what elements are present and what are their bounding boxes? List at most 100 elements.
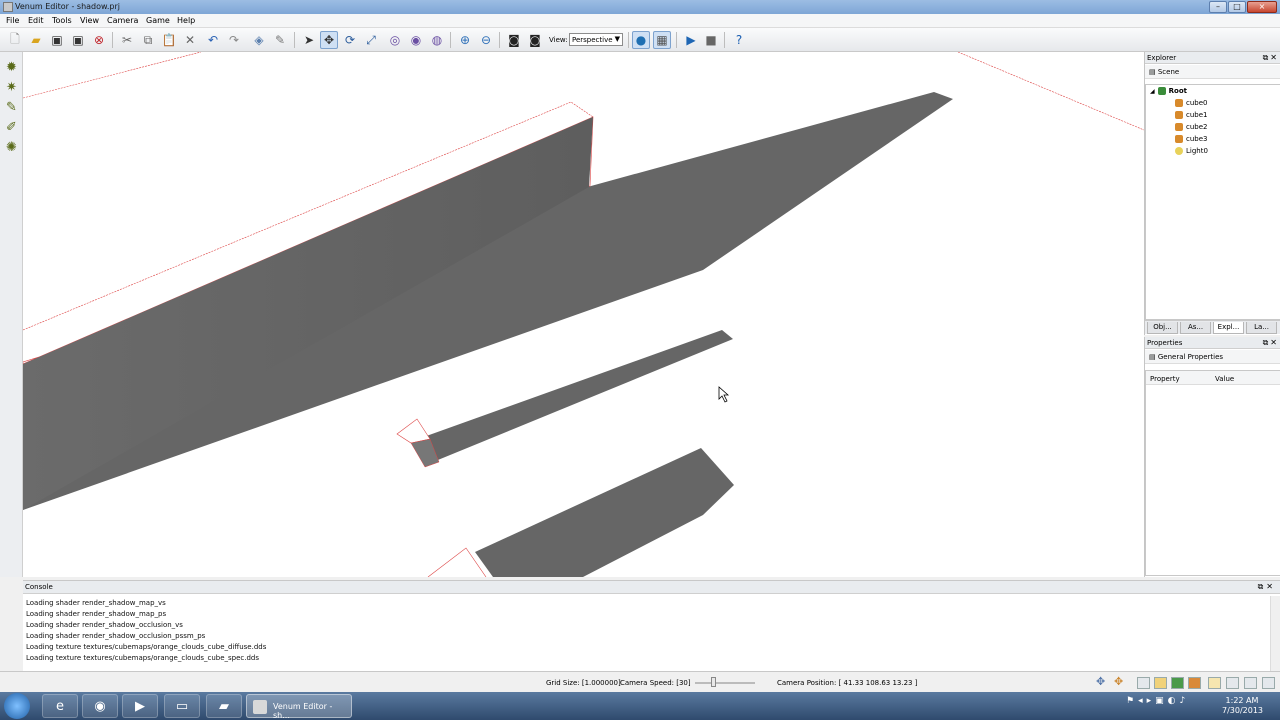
menu-tools[interactable]: Tools [52, 16, 72, 25]
camera-speed-slider-thumb[interactable] [711, 677, 716, 687]
fullscreen-icon[interactable] [1262, 677, 1275, 689]
light-bulb-icon [1175, 147, 1183, 155]
move-tool-icon[interactable]: ✥ [320, 31, 338, 49]
select-pointer-icon[interactable]: ➤ [300, 31, 318, 49]
tab-layers[interactable]: La... [1246, 322, 1277, 334]
tree-node-cube2[interactable]: cube2 [1175, 123, 1208, 131]
snap-icon[interactable]: ◈ [250, 31, 268, 49]
folder-icon[interactable]: ▰ [206, 694, 242, 718]
light-tool-icon[interactable]: ✹ [3, 59, 20, 76]
save-icon[interactable]: ▣ [48, 31, 66, 49]
property-grid-header: Property Value [1146, 371, 1280, 385]
tree-node-root[interactable]: ◢ Root [1150, 87, 1187, 95]
panel-buttons[interactable]: ⧉✕ [1258, 582, 1276, 592]
new-file-icon[interactable]: 🗋 [6, 31, 24, 49]
view-mode-select[interactable]: Perspective ▼ [569, 33, 623, 46]
menu-edit[interactable]: Edit [28, 16, 44, 25]
tree-node-light0[interactable]: Light0 [1175, 147, 1208, 155]
menu-camera[interactable]: Camera [107, 16, 138, 25]
explorer-title: Explorer [1147, 54, 1177, 62]
maximize-button[interactable]: □ [1228, 1, 1246, 13]
cube-icon [1175, 135, 1183, 143]
menu-file[interactable]: File [6, 16, 19, 25]
property-grid[interactable]: Property Value [1145, 370, 1280, 576]
clock-time: 1:22 AM [1225, 696, 1259, 705]
grid-icon[interactable]: ▦ [653, 31, 671, 49]
toolbar-separator [499, 32, 500, 48]
zoom-in-icon[interactable]: ⊕ [456, 31, 474, 49]
scene-tree[interactable]: ◢ Root cube0 cube1 cube2 cube3 Light0 [1145, 84, 1280, 320]
scene-icon: ▤ [1149, 68, 1158, 76]
redo-icon[interactable]: ↷ [225, 31, 243, 49]
settings-icon[interactable] [1208, 677, 1221, 689]
package-icon[interactable] [1188, 677, 1201, 689]
menu-game[interactable]: Game [146, 16, 170, 25]
cut-icon[interactable]: ✂ [118, 31, 136, 49]
menu-view[interactable]: View [80, 16, 99, 25]
pan-icon[interactable]: ◉ [407, 31, 425, 49]
delete-icon[interactable]: ✕ [181, 31, 199, 49]
general-properties-label: General Properties [1157, 353, 1224, 361]
camera-icon[interactable]: ◙ [505, 31, 523, 49]
camera-speed-slider-track[interactable] [695, 682, 755, 684]
brush-icon[interactable]: ✎ [271, 31, 289, 49]
orbit-icon[interactable]: ◎ [386, 31, 404, 49]
tree-node-cube1[interactable]: cube1 [1175, 111, 1208, 119]
toolbar-separator [294, 32, 295, 48]
open-folder-icon[interactable]: ▰ [27, 31, 45, 49]
3d-viewport[interactable] [23, 52, 1144, 577]
tree-node-cube3[interactable]: cube3 [1175, 135, 1208, 143]
tree-node-label: cube2 [1186, 123, 1208, 131]
copy-icon[interactable]: ⧉ [139, 31, 157, 49]
clock[interactable]: 1:22 AM 7/30/2013 [1222, 696, 1263, 716]
tree-node-label: cube3 [1186, 135, 1208, 143]
sun-icon[interactable]: ✺ [3, 139, 20, 156]
minimize-button[interactable]: – [1209, 1, 1227, 13]
camera-snapshot-icon[interactable]: ◙ [526, 31, 544, 49]
move-gizmo-icon[interactable]: ✥ [1096, 675, 1109, 688]
menu-help[interactable]: Help [177, 16, 195, 25]
paste-icon[interactable]: 📋 [160, 31, 178, 49]
window-layout-icon[interactable] [1244, 677, 1257, 689]
tab-objects[interactable]: Obj... [1147, 322, 1178, 334]
folder-icon[interactable] [1154, 677, 1167, 689]
globe-icon[interactable]: ● [632, 31, 650, 49]
taskbar-venum-editor[interactable]: Venum Editor - sh... [246, 694, 352, 720]
mouse-cursor-icon [718, 386, 730, 403]
help-icon[interactable]: ? [730, 31, 748, 49]
rotate-tool-icon[interactable]: ⟳ [341, 31, 359, 49]
main-toolbar: 🗋 ▰ ▣ ▣ ⊗ ✂ ⧉ 📋 ✕ ↶ ↷ ◈ ✎ ➤ ✥ ⟳ ⤢ ◎ ◉ ◍ … [0, 28, 1280, 52]
tab-explorer[interactable]: Expl... [1213, 322, 1244, 334]
play-icon[interactable]: ▶ [682, 31, 700, 49]
media-player-icon[interactable]: ▶ [122, 694, 158, 718]
scale-tool-icon[interactable]: ⤢ [362, 31, 380, 49]
pivot-gizmo-icon[interactable]: ✥ [1114, 675, 1127, 688]
palette-icon[interactable] [1171, 677, 1184, 689]
firefox-icon[interactable]: ◉ [82, 694, 118, 718]
internet-explorer-icon[interactable]: e [42, 694, 78, 718]
terrain-brush-icon[interactable]: ✐ [3, 119, 20, 136]
console-scrollbar[interactable] [1270, 596, 1280, 672]
zoom-out-icon[interactable]: ⊖ [477, 31, 495, 49]
panel-buttons[interactable]: ⧉✕ [1263, 338, 1279, 348]
tree-node-cube0[interactable]: cube0 [1175, 99, 1208, 107]
panel-buttons[interactable]: ⧉✕ [1263, 53, 1279, 63]
paint-brush-icon[interactable]: ✎ [3, 99, 20, 116]
tab-assets[interactable]: As... [1180, 322, 1211, 334]
toolbar-separator [676, 32, 677, 48]
fly-icon[interactable]: ◍ [428, 31, 446, 49]
start-button[interactable] [4, 693, 30, 719]
light-add-icon[interactable]: ✷ [3, 79, 20, 96]
panel-layout-icon[interactable] [1226, 677, 1239, 689]
toolbar-separator [112, 32, 113, 48]
undo-icon[interactable]: ↶ [204, 31, 222, 49]
stop-icon[interactable]: ■ [702, 31, 720, 49]
system-tray[interactable]: ⚑◂▸▣◐♪ [1126, 696, 1189, 706]
save-as-icon[interactable]: ▣ [69, 31, 87, 49]
explorer-folder-icon[interactable]: ▭ [164, 694, 200, 718]
close-button[interactable]: × [1247, 1, 1277, 13]
close-project-icon[interactable]: ⊗ [90, 31, 108, 49]
layout-icon[interactable] [1137, 677, 1150, 689]
console-panel: Console ⧉✕ Loading shader render_shadow_… [23, 580, 1280, 672]
expand-arrow-icon[interactable]: ◢ [1150, 88, 1155, 95]
